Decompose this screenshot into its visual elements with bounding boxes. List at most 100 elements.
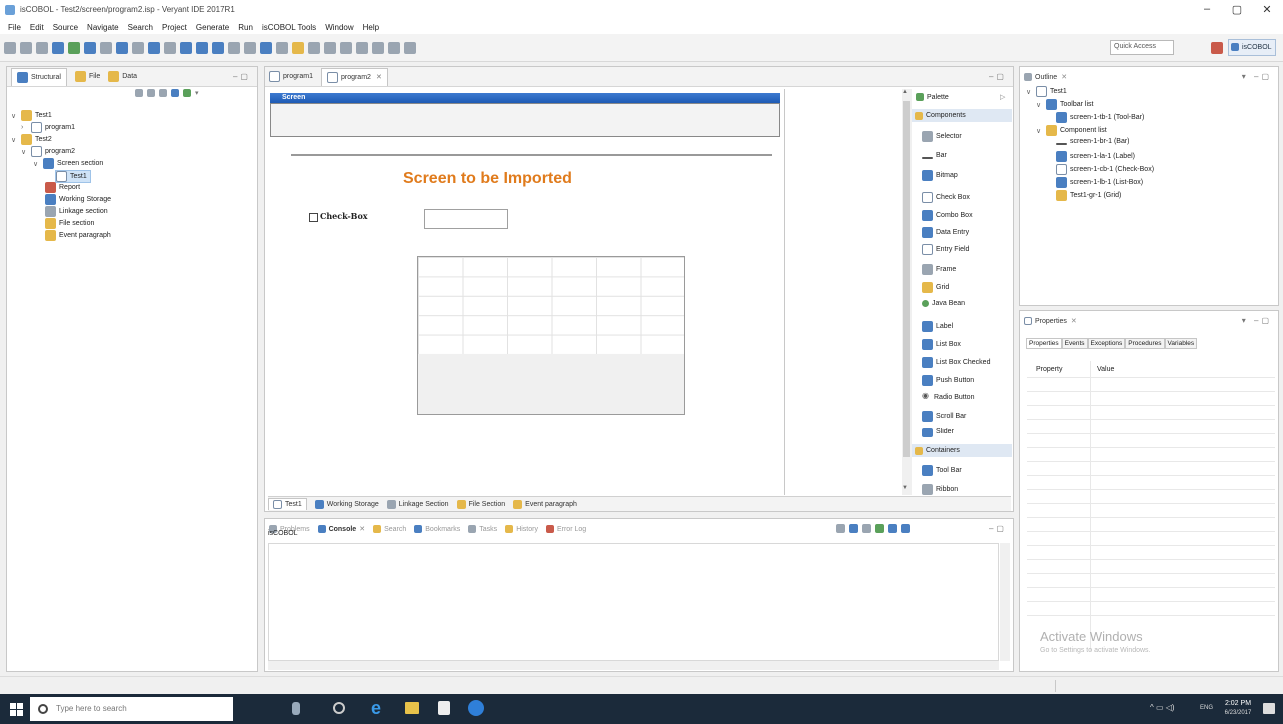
palette-item-tool-bar[interactable]: Tool Bar [922,465,962,476]
menu-edit[interactable]: Edit [30,23,44,32]
outline-item-toolbar-list[interactable]: ∨ Toolbar list [1036,99,1093,110]
tab-order-icon[interactable] [292,41,304,54]
tab-tasks[interactable]: Tasks [468,525,497,533]
property-row[interactable] [1027,447,1275,448]
subtab-properties[interactable]: Properties [1026,338,1062,349]
align-left-icon[interactable] [180,41,192,54]
screen-icon[interactable] [148,41,160,54]
clear-console-icon[interactable] [836,524,845,533]
snap-icon[interactable] [324,41,336,54]
close-console-icon[interactable]: ✕ [359,525,365,533]
forward-icon[interactable] [356,41,368,54]
close-tab-icon[interactable]: ✕ [376,73,382,81]
property-row[interactable] [1027,489,1275,490]
scroll-lock-icon[interactable] [849,524,858,533]
align-bottom-icon[interactable] [244,41,256,54]
outline-item-check-box[interactable]: screen-1-cb-1 (Check-Box) [1056,164,1154,175]
palette-containers-header[interactable]: Containers [912,444,1012,457]
clock-date[interactable]: 6/23/2017 [1220,710,1256,716]
panel-minmax-icon[interactable]: –▢ [233,72,251,81]
subtab-variables[interactable]: Variables [1164,338,1198,349]
tab-program2[interactable]: program2 ✕ [320,67,388,86]
menu-help[interactable]: Help [363,23,379,32]
print-icon[interactable] [36,41,48,54]
align-right-icon[interactable] [212,41,224,54]
tree-item-screen-section[interactable]: ∨ Screen section [33,158,103,169]
property-row[interactable] [1027,405,1275,406]
same-width-icon[interactable] [260,41,272,54]
tree-item-file-section[interactable]: File section [45,218,94,229]
file-explorer-icon[interactable] [405,702,419,714]
property-row[interactable] [1027,587,1275,588]
palette-item-bar[interactable]: Bar [922,152,947,159]
property-row[interactable] [1027,433,1275,434]
column-header-property[interactable]: Property [1036,366,1062,373]
property-row[interactable] [1027,377,1275,378]
next-annotation-icon[interactable] [388,41,400,54]
palette-item-selector[interactable]: Selector [922,131,962,142]
screen-listbox-component[interactable] [424,209,508,229]
column-header-value[interactable]: Value [1097,366,1114,373]
palette-item-label[interactable]: Label [922,321,953,332]
tab-file[interactable]: File [74,71,100,82]
align-top-icon[interactable] [228,41,240,54]
pin-console-icon[interactable] [875,524,884,533]
last-edit-icon[interactable] [372,41,384,54]
tree-item-working-storage[interactable]: Working Storage [45,194,111,205]
tab-file-section[interactable]: File Section [456,499,505,509]
outline-item-list-box[interactable]: screen-1-lb-1 (List-Box) [1056,177,1143,188]
image-icon[interactable] [164,41,176,54]
taskbar-search-input[interactable]: Type here to search [30,697,233,721]
menu-navigate[interactable]: Navigate [87,23,119,32]
tab-properties-view[interactable]: Properties ✕ [1024,317,1077,325]
palette-item-grid[interactable]: Grid [922,282,949,293]
property-row[interactable] [1027,461,1275,462]
forward-nav-icon[interactable] [147,89,155,97]
store-icon[interactable] [438,701,450,715]
tree-item-program1[interactable]: › program1 [21,122,75,133]
outline-item-component-list[interactable]: ∨ Component list [1036,125,1107,136]
palette-item-radio-button[interactable]: ◉ Radio Button [922,391,974,402]
console-minmax-icon[interactable]: –▢ [989,524,1007,533]
property-row[interactable] [1027,573,1275,574]
property-row[interactable] [1027,419,1275,420]
tray-icons[interactable]: ^ ▭ ◁) [1150,703,1175,712]
palette-item-entry-field[interactable]: Entry Field [922,244,969,255]
screen-checkbox-component[interactable]: Check-Box [309,211,368,222]
tab-bookmarks[interactable]: Bookmarks [414,525,460,533]
iscobol-ide-taskbar-icon[interactable] [468,700,484,716]
align-center-icon[interactable] [196,41,208,54]
palette-item-combo-box[interactable]: Combo Box [922,210,973,221]
close-properties-icon[interactable]: ✕ [1071,317,1077,325]
outline-item-bar[interactable]: screen-1-br-1 (Bar) [1056,138,1130,145]
palette-item-check-box[interactable]: Check Box [922,192,970,203]
palette-item-java-bean[interactable]: Java Bean [922,300,965,307]
scroll-down-icon[interactable]: ▼ [902,485,908,491]
property-row[interactable] [1027,503,1275,504]
run-icon[interactable] [68,41,80,54]
menu-project[interactable]: Project [162,23,187,32]
palette-item-slider[interactable]: Slider [922,428,954,437]
screen-grid-component[interactable] [417,256,685,415]
palette-item-data-entry[interactable]: Data Entry [922,227,969,238]
tab-search[interactable]: Search [373,525,406,533]
screen-toolbar-component[interactable] [270,103,780,137]
palette-scrollbar[interactable]: ▲ ▼ [902,89,912,495]
start-icon[interactable] [10,703,23,716]
tab-structural[interactable]: Structural [11,67,67,86]
maximize-button[interactable]: ▢ [1222,3,1252,17]
tree-item-event-paragraph[interactable]: Event paragraph [45,230,111,241]
palette-item-list-box[interactable]: List Box [922,339,961,350]
grid-icon[interactable] [308,41,320,54]
back-nav-icon[interactable] [135,89,143,97]
tree-item-test1[interactable]: ∨ Test1 [11,110,52,121]
tab-data[interactable]: Data [108,71,137,82]
console-vertical-scrollbar[interactable] [1000,543,1010,661]
menu-source[interactable]: Source [53,23,78,32]
edge-browser-icon[interactable]: e [371,698,381,719]
tab-event-paragraph[interactable]: Event paragraph [513,499,577,509]
properties-minmax-icon[interactable]: ▾ –▢ [1242,316,1272,325]
property-row[interactable] [1027,615,1275,616]
palette-item-push-button[interactable]: Push Button [922,375,974,386]
subtab-procedures[interactable]: Procedures [1125,338,1165,349]
